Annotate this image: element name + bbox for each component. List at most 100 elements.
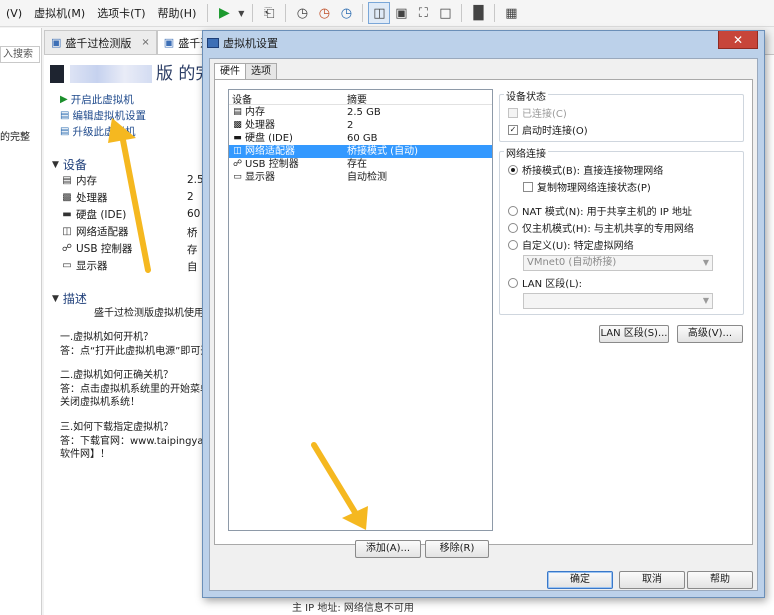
dialog-body: 硬件 选项 设备 摘要 ▤ 内存 2.5 GB ▩ 处理器 2 ▬ 硬盘 (ID… [209,58,758,591]
device-row-memory[interactable]: ▤ 内存 [61,172,97,188]
unity-icon[interactable]: ▦ [500,2,522,24]
network-connection-group: 网络连接 桥接模式(B): 直接连接物理网络 复制物理网络连接状态(P) NAT… [499,145,744,315]
close-icon[interactable]: × [141,37,149,48]
terminal-icon[interactable]: █ [467,2,489,24]
description-line: 三.如何下载指定虚拟机？ [60,422,174,433]
device-value: 自 [187,261,198,273]
device-status-group: 设备状态 已连接(C) ✓ 启动时连接(O) [499,88,744,142]
snapshot-manager-icon[interactable]: ◷ [335,2,357,24]
remove-device-button[interactable]: 移除(R) [425,540,489,558]
device-list-header: 设备 摘要 [229,90,492,106]
connect-at-power-on-checkbox[interactable]: ✓ 启动时连接(O) [508,122,588,137]
custom-network-radio[interactable]: 自定义(U): 特定虚拟网络 [508,237,634,252]
menubar: (V) 虚拟机(M) 选项卡(T) 帮助(H) ▶ ▼ ⎗ ◷ ◷ ◷ ◫ ▣ … [0,0,774,27]
edit-vm-settings-link[interactable]: ▤ 编辑虚拟机设置 [60,108,146,123]
description-line: 软件网】！ [60,449,110,460]
ip-status-text: 主 IP 地址: 网络信息不可用 [292,603,414,614]
device-row-display[interactable]: ▭ 显示器 自动检测 [229,171,492,184]
device-value: 桥 [187,227,198,239]
device-value: 2.5 [187,174,203,186]
usb-icon: ☍ [232,159,243,169]
description-line: 一.虚拟机如何开机？ [60,332,154,343]
vm-settings-icon [207,38,219,48]
tab-label: 盛千过检测版 [65,36,132,50]
monitor-icon: ▭ [233,172,242,182]
menu-vm[interactable]: 虚拟机(M) [28,5,91,21]
devices-section-header[interactable]: ▼ 设备 [52,156,87,173]
device-row-disk[interactable]: ▬ 硬盘 (IDE) [61,206,126,222]
connected-checkbox[interactable]: 已连接(C) [508,105,567,120]
device-row-memory[interactable]: ▤ 内存 2.5 GB [229,106,492,119]
vm-title-redaction [70,65,152,83]
menu-tabs[interactable]: 选项卡(T) [91,5,151,21]
device-row-cpu[interactable]: ▩ 处理器 [61,189,107,205]
monitor-icon: ▭ [62,259,72,271]
device-row-usb[interactable]: ☍ USB 控制器 存在 [229,158,492,171]
chevron-down-icon: ▼ [702,258,709,267]
library-search-input[interactable]: 入搜索 [0,46,40,63]
fullscreen-icon[interactable]: □ [434,2,456,24]
lan-segment-select[interactable]: ▼ [523,293,713,309]
description-line: 盛千过检测版虚拟机使用必 [94,308,214,319]
bridged-mode-radio[interactable]: 桥接模式(B): 直接连接物理网络 [508,162,663,177]
toolbar-separator [285,4,287,22]
description-line: 答：点“打开此虚拟机电源”即可开 [60,346,211,357]
checkmark-icon: ✓ [508,124,518,135]
fit-guest-icon[interactable]: ⛶ [412,2,434,24]
device-row-disk[interactable]: ▬ 硬盘 (IDE) 60 GB [229,132,492,145]
collapse-triangle-icon: ▼ [52,159,59,170]
lan-segment-radio[interactable]: LAN 区段(L): [508,275,582,290]
tab-hardware[interactable]: 硬件 [214,63,246,80]
view-console-icon[interactable]: ◫ [368,2,391,24]
tab-vm-1[interactable]: ▣ 盛千过检测版 × [44,30,157,54]
menu-help[interactable]: 帮助(H) [152,5,203,21]
radio-icon [508,239,518,250]
upgrade-vm-link[interactable]: ▤ 升级此虚拟机 [60,124,135,139]
help-button[interactable]: 帮助 [687,571,753,589]
description-line: 答：下载官网：www.taipingyangn [60,436,223,447]
device-row-network[interactable]: ◫ 网络适配器 [61,223,128,239]
description-line: 关闭虚拟机系统！ [60,397,140,408]
vm-tab-icon: ▣ [51,36,62,49]
toolbar-separator [207,4,209,22]
radio-icon [508,205,518,216]
nat-mode-radio[interactable]: NAT 模式(N): 用于共享主机的 IP 地址 [508,203,692,218]
library-panel: 入搜索 的完整 [0,28,42,615]
replicate-physical-state-checkbox[interactable]: 复制物理网络连接状态(P) [523,179,651,194]
add-device-button[interactable]: 添加(A)... [355,540,421,558]
ok-button[interactable]: 确定 [547,571,613,589]
suspend-icon[interactable]: ⎗ [258,2,280,24]
close-button[interactable]: ✕ [718,31,758,49]
host-only-mode-radio[interactable]: 仅主机模式(H): 与主机共享的专用网络 [508,220,694,235]
play-icon[interactable]: ▶ [213,2,235,24]
lan-segments-button[interactable]: LAN 区段(S)... [599,325,669,343]
play-icon: ▶ [60,94,68,105]
revert-snapshot-icon[interactable]: ◷ [313,2,335,24]
power-on-vm-link[interactable]: ▶ 开启此虚拟机 [60,92,134,107]
toolbar-separator [362,4,364,22]
device-row-display[interactable]: ▭ 显示器 [61,257,107,273]
description-section-header[interactable]: ▼ 描述 [52,290,87,307]
memory-icon: ▤ [62,174,72,186]
network-connection-label: 网络连接 [504,145,548,160]
device-row-cpu[interactable]: ▩ 处理器 2 [229,119,492,132]
view-fullscreen-minimal-icon[interactable]: ▣ [390,2,412,24]
device-row-network[interactable]: ◫ 网络适配器 桥接模式 (自动) [229,145,492,158]
library-item[interactable]: 的完整 [0,128,30,143]
device-value: 60 [187,208,201,220]
dropdown-icon[interactable]: ▼ [235,2,247,24]
dialog-titlebar[interactable]: 虚拟机设置 ✕ [203,31,764,53]
vm-settings-dialog: 虚拟机设置 ✕ 硬件 选项 设备 摘要 ▤ 内存 2.5 GB ▩ 处理器 2 … [202,30,765,598]
cancel-button[interactable]: 取消 [619,571,685,589]
checkbox-icon [508,107,518,118]
advanced-button[interactable]: 高级(V)... [677,325,743,343]
menu-view-fragment[interactable]: (V) [0,7,28,20]
upgrade-icon: ▤ [60,126,70,137]
disk-icon: ▬ [62,208,72,220]
custom-vmnet-select[interactable]: VMnet0 (自动桥接) ▼ [523,255,713,271]
checkbox-icon [523,181,533,192]
device-list[interactable]: 设备 摘要 ▤ 内存 2.5 GB ▩ 处理器 2 ▬ 硬盘 (IDE) 60 GB … [228,89,493,531]
device-row-usb[interactable]: ☍ USB 控制器 [61,240,132,256]
snapshot-icon[interactable]: ◷ [291,2,313,24]
tab-options[interactable]: 选项 [245,63,277,79]
